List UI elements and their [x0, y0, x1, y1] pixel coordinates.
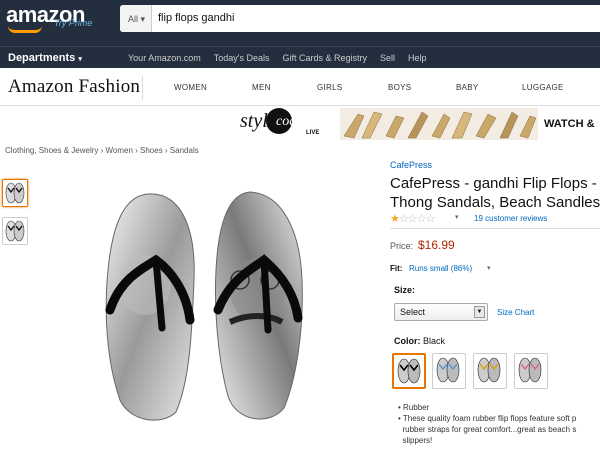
chevron-down-icon[interactable]: ▾ [487, 264, 491, 272]
color-value: Black [423, 336, 446, 346]
size-select[interactable]: Select ▼ [394, 303, 488, 321]
category-baby[interactable]: BABY [456, 83, 479, 92]
price-label: Price: [390, 241, 414, 251]
customer-reviews-link[interactable]: 19 customer reviews [474, 214, 547, 223]
chevron-down-icon: ▾ [140, 14, 146, 24]
category-girls[interactable]: GIRLS [317, 83, 343, 92]
color-label: Color: Black [394, 336, 445, 346]
star-filled-icon: ★ [390, 213, 400, 225]
banner-watch-cta[interactable]: WATCH & [544, 118, 595, 130]
price-value: $16.99 [418, 238, 455, 252]
category-boys[interactable]: BOYS [388, 83, 411, 92]
search-bar[interactable]: All ▾ flip flops gandhi [120, 5, 600, 32]
category-women[interactable]: WOMEN [174, 83, 207, 92]
nav-link-your-amazon[interactable]: Your Amazon.com [128, 53, 201, 63]
color-swatch-pink[interactable] [514, 353, 548, 389]
product-main-image[interactable] [100, 190, 310, 425]
size-chart-link[interactable]: Size Chart [497, 308, 534, 317]
divider [142, 76, 143, 100]
style-code-banner[interactable]: style code LIVE WATCH & [232, 106, 600, 142]
color-swatch-black[interactable] [392, 353, 426, 389]
category-luggage[interactable]: LUGGAGE [522, 83, 564, 92]
nav-link-gift-cards[interactable]: Gift Cards & Registry [282, 53, 367, 63]
select-arrow-icon: ▼ [474, 306, 485, 318]
departments-label: Departments [8, 52, 76, 64]
size-label: Size: [394, 285, 416, 295]
bullet-text: slippers! [402, 436, 433, 445]
departments-menu[interactable]: Departments ▾ [8, 52, 82, 64]
color-swatch-yellow[interactable] [473, 353, 507, 389]
bullet-item: • These quality foam rubber flip flops f… [398, 414, 577, 423]
star-rating[interactable]: ★☆☆☆☆ [390, 212, 435, 225]
fashion-bar: Amazon Fashion WOMEN MEN GIRLS BOYS BABY… [0, 68, 600, 106]
product-title-line-1: CafePress - gandhi Flip Flops - F [390, 175, 600, 192]
thumbnail-1[interactable] [2, 179, 28, 207]
fit-label: Fit: [390, 264, 403, 273]
product-title: CafePress - gandhi Flip Flops - F Thong … [390, 174, 600, 212]
search-category-dropdown[interactable]: All ▾ [120, 5, 152, 32]
bullet-item: slippers! [398, 435, 600, 446]
bullet-item: • Rubber [398, 403, 430, 412]
brand-link[interactable]: CafePress [390, 160, 432, 170]
thumbnail-2[interactable] [2, 217, 28, 245]
bullet-item: rubber straps for great comfort...great … [398, 424, 600, 435]
chevron-down-icon[interactable]: ▾ [455, 213, 459, 221]
style-code-logo-code: code [276, 114, 303, 129]
top-header: amazon Try Prime All ▾ flip flops gandhi [0, 0, 600, 46]
fit-value-link[interactable]: Runs small (86%) [409, 264, 472, 273]
amazon-fashion-logo[interactable]: Amazon Fashion [8, 76, 140, 98]
search-input[interactable]: flip flops gandhi [158, 12, 234, 24]
bullet-text: Rubber [403, 403, 430, 412]
bullet-text: rubber straps for great comfort...great … [402, 425, 577, 434]
banner-shoes-image [340, 108, 538, 140]
product-title-line-2: Thong Sandals, Beach Sandles [390, 194, 600, 211]
nav-links: Your Amazon.com Today's Deals Gift Cards… [128, 53, 427, 63]
style-code-logo-style: style [240, 110, 277, 132]
try-prime-link[interactable]: Try Prime [54, 18, 92, 28]
nav-bar: Departments ▾ Your Amazon.com Today's De… [0, 46, 600, 68]
nav-link-todays-deals[interactable]: Today's Deals [214, 53, 270, 63]
divider [390, 228, 600, 229]
style-code-live: LIVE [306, 130, 320, 136]
amazon-smile-icon [8, 26, 42, 33]
chevron-down-icon: ▾ [78, 56, 82, 63]
size-select-value: Select [400, 307, 426, 317]
feature-bullets: • Rubber • These quality foam rubber fli… [398, 402, 600, 446]
nav-link-help[interactable]: Help [408, 53, 427, 63]
search-category-label: All [128, 14, 139, 24]
bullet-text: These quality foam rubber flip flops fea… [402, 414, 577, 423]
category-men[interactable]: MEN [252, 83, 271, 92]
color-swatch-blue[interactable] [432, 353, 466, 389]
star-empty-icon: ☆☆☆☆ [398, 213, 435, 225]
breadcrumb[interactable]: Clothing, Shoes & Jewelry › Women › Shoe… [5, 146, 199, 155]
nav-link-sell[interactable]: Sell [380, 53, 395, 63]
color-label-text: Color: [394, 336, 421, 346]
